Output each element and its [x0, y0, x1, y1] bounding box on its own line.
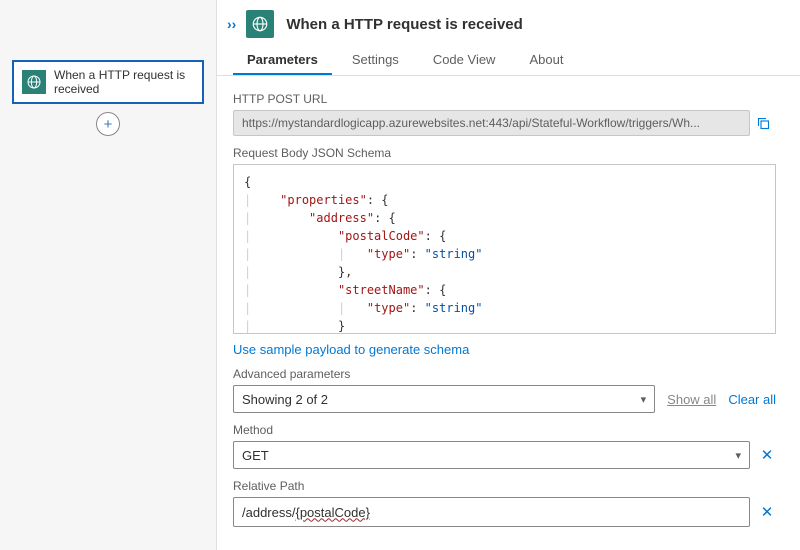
chevron-down-icon: ▾: [641, 393, 647, 406]
panel-title: When a HTTP request is received: [286, 16, 522, 33]
tab-settings[interactable]: Settings: [338, 44, 413, 75]
details-panel: ›› When a HTTP request is received Param…: [217, 0, 800, 550]
relative-path-label: Relative Path: [233, 479, 776, 493]
designer-canvas: When a HTTP request is received +: [0, 0, 217, 550]
schema-editor[interactable]: { | "properties": { | "address": { | "po…: [233, 164, 776, 334]
method-select[interactable]: GET ▾: [233, 441, 750, 469]
relative-path-param: {postalCode}: [295, 505, 369, 520]
schema-label: Request Body JSON Schema: [233, 146, 776, 160]
collapse-panel-button[interactable]: ››: [227, 16, 236, 32]
method-value: GET: [242, 448, 269, 463]
remove-method-button[interactable]: ✕: [758, 446, 776, 464]
tab-about[interactable]: About: [515, 44, 577, 75]
add-step-button[interactable]: +: [96, 112, 120, 136]
tab-code-view[interactable]: Code View: [419, 44, 510, 75]
chevron-down-icon: ▾: [735, 449, 741, 462]
copy-url-button[interactable]: [750, 110, 776, 136]
tab-parameters[interactable]: Parameters: [233, 44, 332, 75]
panel-tabs: Parameters Settings Code View About: [217, 44, 800, 76]
relative-path-prefix: /address/: [242, 505, 295, 520]
remove-relative-path-button[interactable]: ✕: [758, 503, 776, 521]
http-trigger-icon: [22, 70, 46, 94]
clear-all-link[interactable]: Clear all: [728, 392, 776, 407]
http-post-url-field[interactable]: https://mystandardlogicapp.azurewebsites…: [233, 110, 750, 136]
advanced-params-label: Advanced parameters: [233, 367, 776, 381]
use-sample-payload-link[interactable]: Use sample payload to generate schema: [233, 342, 469, 357]
url-label: HTTP POST URL: [233, 92, 776, 106]
advanced-params-select[interactable]: Showing 2 of 2 ▾: [233, 385, 655, 413]
relative-path-input[interactable]: /address/{postalCode}: [233, 497, 750, 527]
trigger-node-label: When a HTTP request is received: [54, 68, 194, 96]
method-label: Method: [233, 423, 776, 437]
show-all-link[interactable]: Show all: [667, 392, 716, 407]
http-trigger-icon: [246, 10, 274, 38]
trigger-node[interactable]: When a HTTP request is received: [12, 60, 204, 104]
advanced-params-summary: Showing 2 of 2: [242, 392, 328, 407]
